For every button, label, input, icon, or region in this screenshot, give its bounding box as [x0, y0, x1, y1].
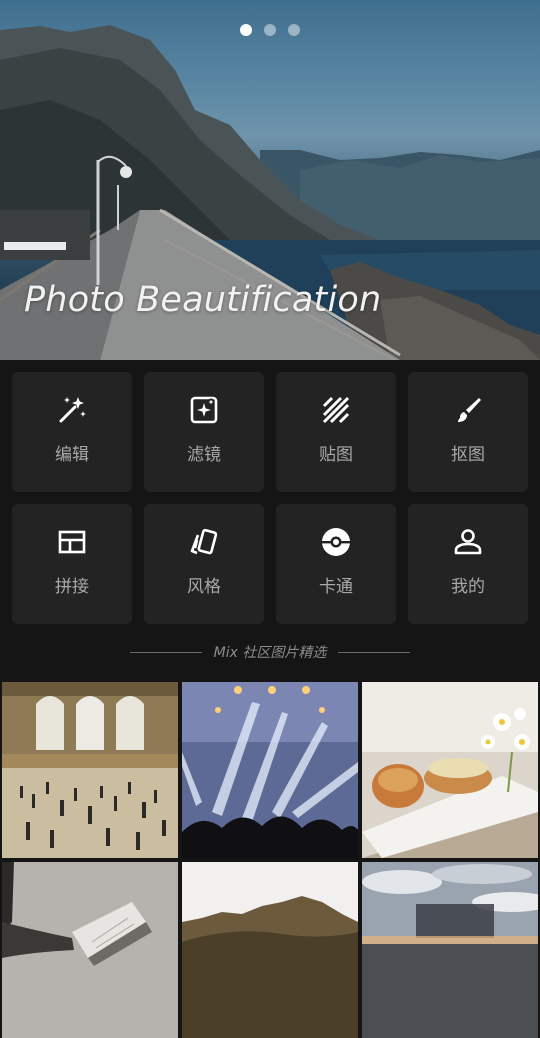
banner-title: Photo Beautification [24, 280, 382, 320]
tool-label: 滤镜 [187, 445, 221, 465]
tool-collage[interactable]: 拼接 [12, 504, 132, 624]
filter-sparkle-icon [188, 394, 220, 426]
carousel-dot-1[interactable] [240, 24, 252, 36]
community-photo[interactable] [2, 862, 178, 1038]
photo-pastry-flowers [362, 682, 538, 858]
divider-line-right [338, 651, 411, 653]
community-photo[interactable] [362, 862, 538, 1038]
photo-reading-book [2, 862, 178, 1038]
tool-label: 拼接 [55, 577, 89, 597]
divider-line-left [129, 651, 202, 653]
community-photo[interactable] [362, 682, 538, 858]
photo-concert [182, 682, 358, 858]
community-photo-grid [2, 682, 540, 1038]
community-photo[interactable] [182, 862, 358, 1038]
carousel-indicator[interactable] [240, 24, 300, 36]
person-icon [452, 526, 484, 558]
magic-wand-icon [56, 394, 88, 426]
tool-style[interactable]: 风格 [144, 504, 264, 624]
tool-label: 编辑 [55, 445, 89, 465]
layout-icon [56, 526, 88, 558]
cards-icon [188, 526, 220, 558]
tool-label: 我的 [451, 577, 485, 597]
photo-mountain [182, 862, 358, 1038]
community-photo[interactable] [182, 682, 358, 858]
pokeball-icon [320, 526, 352, 558]
tool-label: 风格 [187, 577, 221, 597]
tool-grid: 编辑 滤镜 贴图 抠图 拼接 风格 卡通 我的 [12, 372, 528, 624]
tool-mine[interactable]: 我的 [408, 504, 528, 624]
tool-cutout[interactable]: 抠图 [408, 372, 528, 492]
community-section-header: Mix 社区图片精选 [0, 640, 540, 664]
tool-label: 贴图 [319, 445, 353, 465]
brush-icon [452, 394, 484, 426]
tool-label: 卡通 [319, 577, 353, 597]
photo-sunset-clouds [362, 862, 538, 1038]
tool-filter[interactable]: 滤镜 [144, 372, 264, 492]
photo-train-station [2, 682, 178, 858]
tool-label: 抠图 [451, 445, 485, 465]
tool-edit[interactable]: 编辑 [12, 372, 132, 492]
community-photo[interactable] [2, 682, 178, 858]
tool-cartoon[interactable]: 卡通 [276, 504, 396, 624]
hero-banner[interactable]: Photo Beautification [0, 0, 540, 360]
stripes-icon [320, 394, 352, 426]
carousel-dot-3[interactable] [288, 24, 300, 36]
carousel-dot-2[interactable] [264, 24, 276, 36]
community-title: Mix 社区图片精选 [213, 645, 327, 661]
tool-sticker[interactable]: 贴图 [276, 372, 396, 492]
